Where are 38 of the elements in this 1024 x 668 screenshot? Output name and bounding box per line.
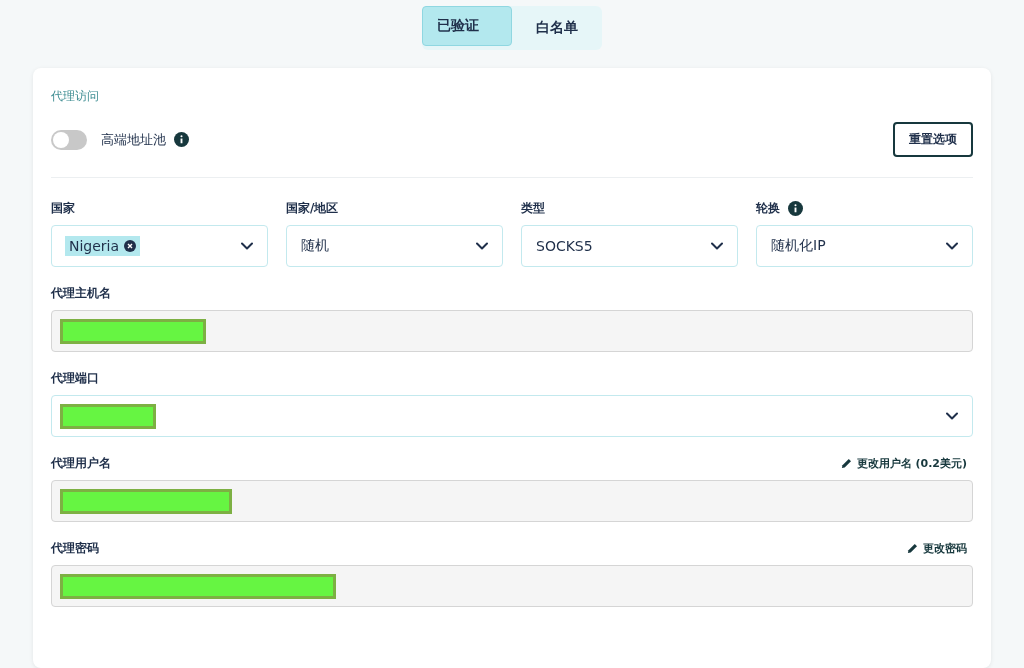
input-field[interactable]: [51, 310, 973, 352]
section-title: 代理访问: [51, 88, 100, 105]
field-label: 轮换: [756, 199, 780, 217]
tab[interactable]: 白名单: [512, 6, 602, 50]
field-label: 国家: [51, 199, 75, 217]
dropdown-field[interactable]: Nigeria: [51, 225, 268, 267]
chevron-down-icon: [476, 242, 488, 250]
edit-link[interactable]: 更改密码: [901, 540, 973, 556]
country-chip[interactable]: Nigeria: [65, 236, 141, 256]
toggle-label: 高端地址池: [101, 130, 166, 149]
field-label: 代理主机名: [51, 284, 111, 302]
chevron-down-icon: [946, 412, 958, 420]
dropdown-value: SOCKS5: [536, 238, 593, 254]
input-field[interactable]: [51, 565, 973, 607]
pencil-icon: [840, 457, 852, 469]
edit-link[interactable]: 更改用户名 (0.2美元): [834, 455, 973, 471]
dropdown-value: 随机化IP: [771, 237, 826, 255]
tab[interactable]: 已验证: [422, 6, 512, 46]
dropdown-field[interactable]: SOCKS5: [521, 225, 738, 267]
chevron-down-icon: [241, 242, 253, 250]
field-label: 类型: [521, 199, 545, 217]
dropdown-value: 随机: [301, 237, 329, 255]
dropdown-field[interactable]: [51, 395, 973, 437]
field-label: 代理用户名: [51, 454, 111, 472]
field-label: 代理密码: [51, 539, 99, 557]
field-label: 国家/地区: [286, 199, 339, 217]
chevron-down-icon: [946, 242, 958, 250]
toggle-switch[interactable]: [51, 129, 87, 150]
info-icon[interactable]: [174, 132, 189, 147]
dropdown-field[interactable]: 随机: [286, 225, 503, 267]
dropdown-field[interactable]: 随机化IP: [756, 225, 973, 267]
input-field[interactable]: [51, 480, 973, 522]
field-label: 代理端口: [51, 369, 99, 387]
close-icon[interactable]: [124, 240, 137, 252]
chevron-down-icon: [711, 242, 723, 250]
pencil-icon: [907, 542, 918, 554]
reset-button[interactable]: 重置选项: [893, 122, 973, 157]
info-icon[interactable]: [788, 200, 803, 216]
